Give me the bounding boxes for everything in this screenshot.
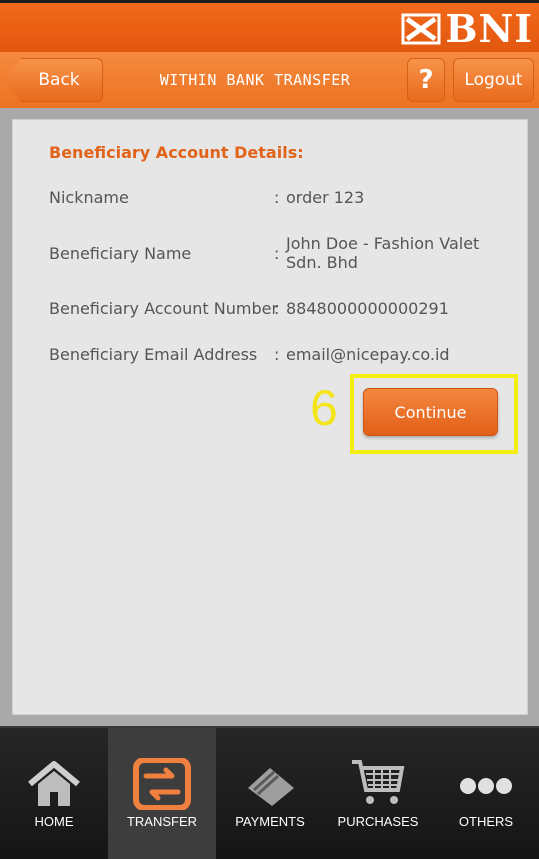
account-number-value: 8848000000000291 — [286, 299, 449, 318]
home-icon — [28, 761, 80, 806]
transfer-icon — [133, 758, 191, 810]
row-colon: : — [274, 244, 280, 263]
email-value: email@nicepay.co.id — [286, 345, 450, 364]
tab-home[interactable]: HOME — [0, 728, 108, 859]
bni-logo: BNI — [401, 9, 533, 49]
tab-payments[interactable]: PAYMENTS — [216, 728, 324, 859]
cart-icon — [352, 760, 405, 804]
step-number-annotation: 6 — [310, 380, 338, 436]
bottom-tab-bar: HOME TRANSFER PAYMENTS PURCHASES OTHERS — [0, 726, 539, 859]
row-colon: : — [274, 188, 280, 207]
help-button[interactable]: ? — [407, 58, 445, 102]
tab-label: TRANSFER — [126, 814, 198, 829]
beneficiary-name-label: Beneficiary Name — [49, 244, 192, 263]
nickname-label: Nickname — [49, 188, 129, 207]
top-bar: BNI — [0, 0, 539, 52]
payments-icon — [248, 768, 294, 806]
tab-purchases[interactable]: PURCHASES — [324, 728, 432, 859]
continue-button[interactable]: Continue — [363, 388, 498, 436]
bni-logo-mark-icon — [401, 13, 441, 45]
tab-others[interactable]: OTHERS — [432, 728, 539, 859]
tab-label: OTHERS — [458, 814, 514, 829]
more-icon — [460, 778, 512, 794]
tab-transfer[interactable]: TRANSFER — [108, 728, 216, 859]
nav-bar: Back WITHIN BANK TRANSFER ? Logout — [0, 52, 539, 108]
email-label: Beneficiary Email Address — [49, 345, 258, 364]
row-colon: : — [274, 345, 280, 364]
tab-label: PAYMENTS — [235, 814, 305, 829]
brand-name: BNI — [445, 6, 533, 51]
section-title: Beneficiary Account Details: — [49, 143, 304, 162]
back-button[interactable]: Back — [5, 58, 103, 102]
logout-button[interactable]: Logout — [453, 58, 534, 102]
row-colon: : — [274, 299, 280, 318]
page-title: WITHIN BANK TRANSFER — [159, 71, 351, 89]
beneficiary-name-value: John Doe - Fashion Valet Sdn. Bhd — [286, 234, 480, 272]
tab-label: HOME — [34, 814, 74, 829]
nickname-value: order 123 — [286, 188, 365, 207]
tab-label: PURCHASES — [337, 814, 419, 829]
account-number-label: Beneficiary Account Number — [49, 299, 279, 318]
